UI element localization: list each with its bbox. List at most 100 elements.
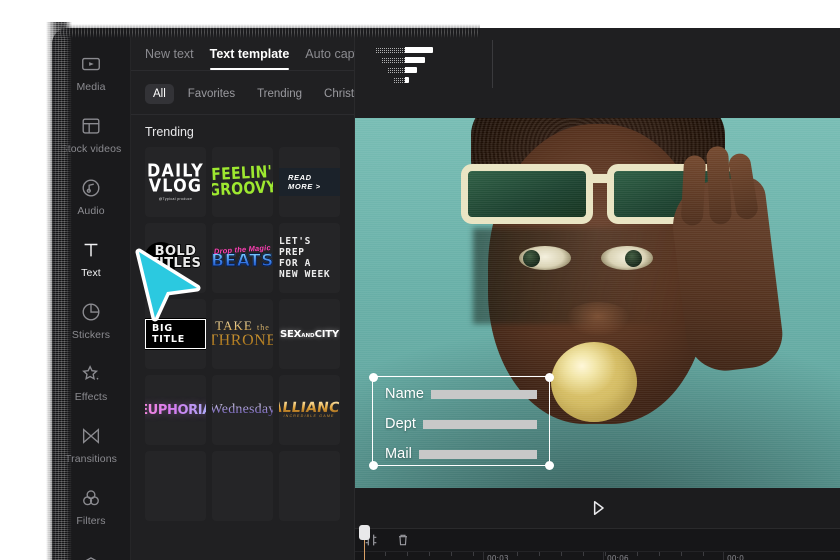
category-chips: All Favorites Trending Christmas [131,71,412,114]
overlay-label: Mail [385,446,412,462]
timeline-toolbar [355,529,840,551]
overlay-label: Name [385,386,425,402]
template-sub: INCREDIBLE GAME [282,414,335,419]
play-icon[interactable] [588,498,608,518]
template-line-2: VLOG [148,175,203,197]
stickers-icon [80,301,102,323]
screenshot-root: Media Stock videos Audio Text Stickers E… [0,0,840,560]
sidebar-item-label: Text [81,267,101,279]
template-take-the-throne[interactable]: TAKE the THRONE [212,299,273,369]
chip-favorites[interactable]: Favorites [180,84,243,104]
ruler-label: 00:03 [487,554,509,560]
sidebar-item-label: Media [76,81,106,93]
template-line-1: SEX [280,328,302,340]
sidebar-item-effects[interactable]: Effects [52,352,130,414]
panel-tabs: New text Text template Auto captions [131,28,381,70]
video-preview[interactable]: Name Dept Mail [355,118,840,488]
template-line-2: FOR A [279,258,312,269]
tab-text-template[interactable]: Text template [209,47,289,70]
sidebar-item-stock-videos[interactable]: Stock videos [52,104,130,166]
template-line-1: BIG TITLE [145,318,206,350]
top-bar [355,28,840,118]
template-line-1: READ MORE > [279,168,340,196]
subject-eye-left [518,246,571,270]
template-line-1: Wednesday [212,402,273,418]
resize-handle-top-right[interactable] [544,372,554,382]
template-line-2: THRONE [212,331,273,349]
template-row5-b[interactable] [212,451,273,521]
chip-trending[interactable]: Trending [249,84,310,104]
overlay-row: Mail [373,441,549,467]
chip-all[interactable]: All [145,83,174,104]
template-sub: @Typical produce [158,196,193,201]
timeline: 00:03 00:06 00:0 [355,525,840,560]
sidebar-item-label: Effects [74,391,108,403]
text-icon [80,239,102,261]
toolbar-divider [492,40,493,88]
audio-icon [80,177,102,199]
sidebar-item-label: Stock videos [60,143,122,155]
sidebar-item-transitions[interactable]: Transitions [52,414,130,476]
subject-eye-right [600,246,653,270]
sidebar-item-media[interactable]: Media [52,42,130,104]
timeline-ruler[interactable]: 00:03 00:06 00:0 [355,551,840,560]
overlay-placeholder-bar [423,419,537,429]
tab-new-text[interactable]: New text [145,47,194,70]
template-line-1: EUPHORIA [145,403,206,418]
template-sex-and-the-city[interactable]: SEXANDCITY [279,299,340,369]
template-line-1: LET'S PREP [279,235,312,258]
template-feelin-groovy[interactable]: FEELIN' GROOVY [212,147,273,217]
overlay-label: Dept [385,416,417,432]
template-lets-prep[interactable]: LET'S PREP FOR A NEW WEEK [279,223,340,293]
sidebar-item-elements[interactable] [52,538,130,560]
template-read-more[interactable]: READ MORE > [279,147,340,217]
template-row5-a[interactable] [145,451,206,521]
overlay-placeholder-bar [419,449,537,459]
template-line-3: NEW WEEK [279,269,331,281]
sidebar-item-stickers[interactable]: Stickers [52,290,130,352]
sidebar-item-text[interactable]: Text [52,228,130,290]
mouse-cursor [135,248,201,322]
sidebar-item-audio[interactable]: Audio [52,166,130,228]
sidebar-item-filters[interactable]: Filters [52,476,130,538]
preview-stage: Name Dept Mail 00:03 00:06 00:0 [355,28,840,560]
bubble-gum [550,342,637,422]
sidebar-item-label: Audio [77,205,105,217]
ruler-label: 00:0 [727,554,744,560]
sidebar-item-label: Stickers [71,329,111,341]
ruler-label: 00:06 [607,554,629,560]
transport-bar [355,488,840,528]
template-grid: DAILY VLOG @Typical produce FEELIN' GROO… [131,147,354,521]
app-logo-icon [365,28,435,102]
template-magic-beats[interactable]: Drop the Magic BEATS [212,223,273,293]
text-overlay-box[interactable]: Name Dept Mail [368,372,554,470]
elements-cube-icon [80,555,102,560]
playhead-knob[interactable] [359,525,370,540]
template-row5-c[interactable] [279,451,340,521]
template-line-1b: the [257,323,270,333]
effects-icon [80,363,102,385]
left-rail: Media Stock videos Audio Text Stickers E… [52,28,131,560]
template-line-2: GROOVY [212,177,273,201]
resize-handle-top-left[interactable] [368,372,378,382]
template-wednesday[interactable]: Wednesday [212,375,273,445]
transitions-icon [80,425,102,447]
resize-handle-bottom-left[interactable] [368,460,378,470]
overlay-row: Dept [373,411,549,437]
template-daily-vlog[interactable]: DAILY VLOG @Typical produce [145,147,206,217]
template-alliance[interactable]: ALLIANCE INCREDIBLE GAME [279,375,340,445]
template-line-1: TAKE [215,318,253,334]
resize-handle-bottom-right[interactable] [544,460,554,470]
filters-icon [80,487,102,509]
media-icon [80,53,102,75]
template-line-1c: CITY [314,328,340,340]
section-title-trending: Trending [145,125,194,139]
template-line-1b: AND [301,332,315,339]
playhead[interactable] [359,525,370,560]
overlay-placeholder-bar [431,389,537,399]
sidebar-item-label: Filters [76,515,106,527]
template-euphoria[interactable]: EUPHORIA [145,375,206,445]
delete-icon[interactable] [395,532,411,548]
stock-videos-icon [80,115,102,137]
overlay-row: Name [373,381,549,407]
